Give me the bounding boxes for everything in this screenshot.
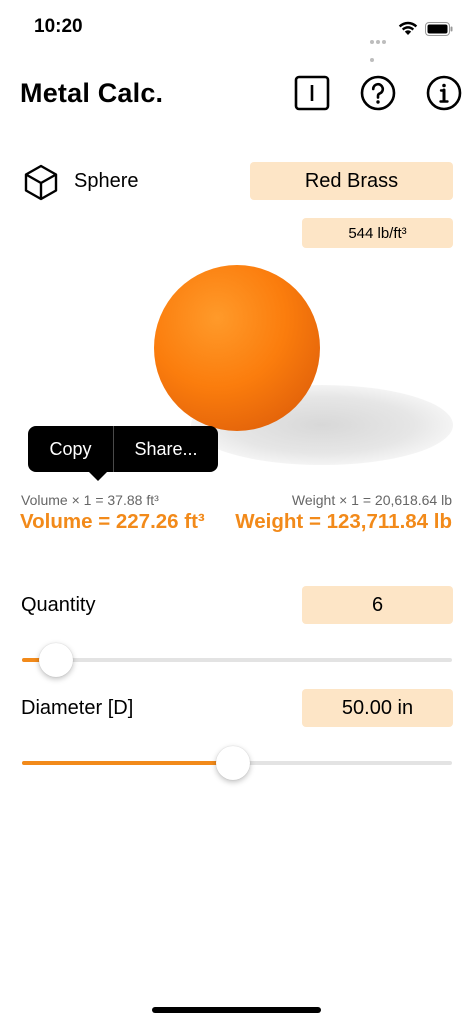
battery-icon [425,22,453,36]
shape-label[interactable]: Sphere [74,170,139,193]
info-button[interactable] [426,75,462,111]
info-icon [426,75,462,111]
diameter-label: Diameter [D] [21,697,134,719]
material-button[interactable]: Red Brass [250,162,453,200]
share-menu-item[interactable]: Share... [114,426,218,472]
help-button[interactable] [360,75,396,111]
text-cursor-icon [294,75,330,111]
wifi-icon [398,21,418,35]
question-mark-icon [360,75,396,111]
status-time: 10:20 [34,16,83,37]
quantity-slider[interactable] [22,658,452,662]
sphere [154,265,320,431]
context-menu: Copy Share... [28,426,218,472]
diameter-field[interactable]: 50.00 in [302,689,453,727]
diameter-slider-thumb[interactable] [215,746,250,780]
total-weight[interactable]: Weight = 123,711.84 lb [235,510,452,534]
app-title: Metal Calc. [20,78,164,108]
copy-menu-item[interactable]: Copy [28,426,114,472]
unit-volume: Volume × 1 = 37.88 ft³ [21,492,159,508]
cellular-signal-icon [370,31,392,62]
total-volume[interactable]: Volume = 227.26 ft³ [20,510,205,534]
cube-icon [24,164,58,201]
context-menu-arrow [88,471,108,481]
home-indicator [152,1007,321,1013]
quantity-slider-thumb[interactable] [39,643,74,677]
density-value: 544 lb/ft³ [302,218,453,248]
quantity-label: Quantity [21,594,96,616]
diameter-slider-fill [22,761,233,765]
quantity-field[interactable]: 6 [302,586,453,624]
unit-weight: Weight × 1 = 20,618.64 lb [291,492,452,508]
text-cursor-button[interactable] [294,75,330,111]
